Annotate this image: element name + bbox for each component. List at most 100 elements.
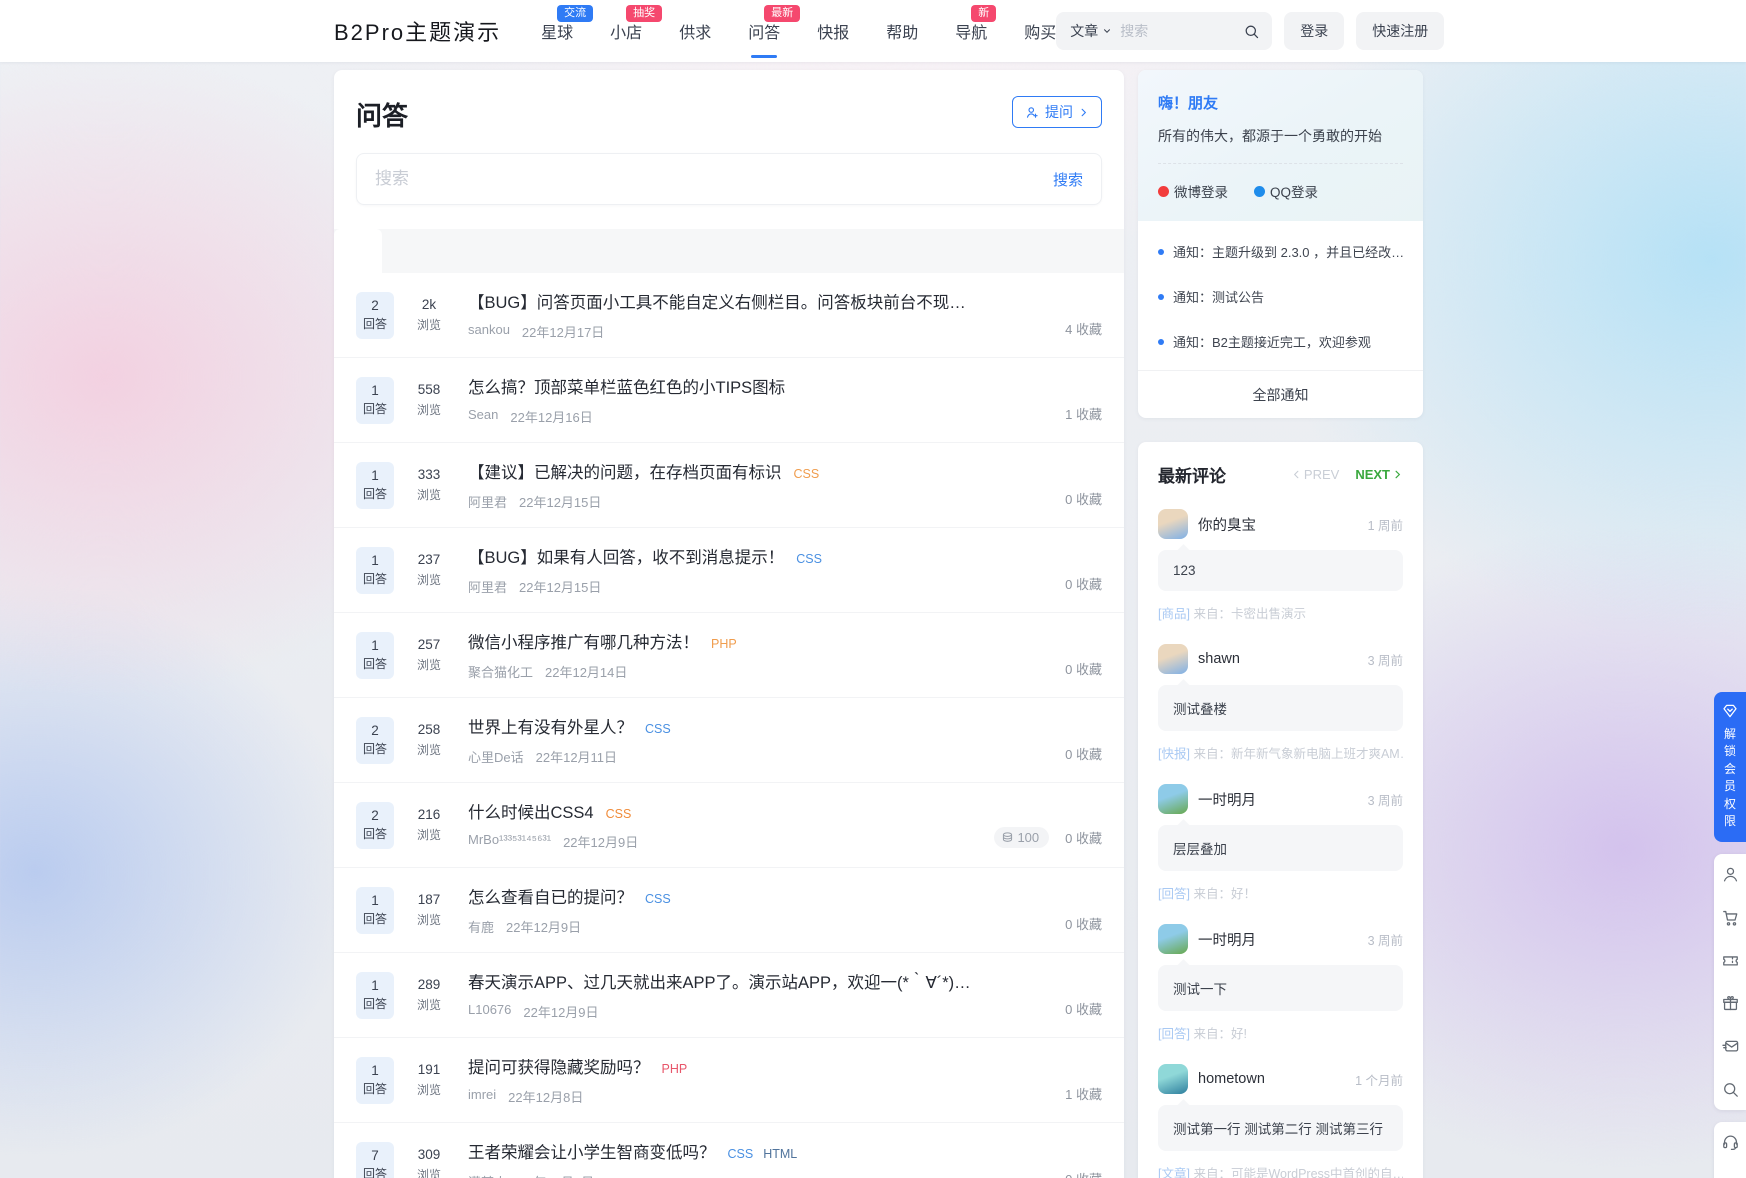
qa-tab[interactable] [334, 229, 382, 273]
nav-item[interactable]: 最新 问答 [748, 0, 780, 62]
tag-css[interactable]: CSS [796, 552, 822, 566]
ask-question-button[interactable]: 提问 [1012, 96, 1102, 128]
question-author[interactable]: sankou [468, 322, 510, 341]
comment-source[interactable]: [商品] 来自：卡密出售演示 [1158, 603, 1403, 622]
avatar[interactable] [1158, 924, 1188, 954]
nav-item[interactable]: 交流 星球 [541, 0, 573, 62]
nav-item[interactable]: 抽奖 小店 [610, 0, 642, 62]
question-title[interactable]: 【建议】已解决的问题，在存档页面有标识 [468, 459, 782, 483]
question-author[interactable]: 有鹿 [468, 917, 494, 936]
weibo-login-button[interactable]: 微博登录 [1158, 181, 1228, 201]
question-row[interactable]: 1 回答 333 浏览 【建议】已解决的问题，在存档页面有标识 CSS 阿里君 … [334, 442, 1124, 527]
question-row[interactable]: 2 回答 258 浏览 世界上有没有外星人？ CSS 心里De话 22年12月1… [334, 697, 1124, 782]
question-row[interactable]: 7 回答 309 浏览 王者荣耀会让小学生智商变低吗？ CSSHTML 潇某人 … [334, 1122, 1124, 1178]
comment-source[interactable]: [回答] 来自：好！ [1158, 883, 1403, 902]
question-title[interactable]: 提问可获得隐藏奖励吗？ [468, 1054, 650, 1078]
question-row[interactable]: 1 回答 558 浏览 怎么搞？顶部菜单栏蓝色红色的小TIPS图标 Sean 2… [334, 357, 1124, 442]
nav-item[interactable]: 快报 [817, 0, 849, 62]
comment-text[interactable]: 层层叠加 [1158, 825, 1403, 871]
cart-icon[interactable] [1721, 908, 1740, 927]
nav-item[interactable]: 购买 [1024, 0, 1056, 62]
qa-tab[interactable] [430, 229, 478, 273]
question-author[interactable]: 阿里君 [468, 492, 507, 511]
avatar[interactable] [1158, 509, 1188, 539]
question-title[interactable]: 世界上有没有外星人？ [468, 714, 633, 738]
question-author[interactable]: imrei [468, 1087, 496, 1106]
comment-author[interactable]: 一时明月 [1198, 929, 1368, 950]
user-icon[interactable] [1721, 865, 1740, 884]
unlock-membership-button[interactable]: 解锁会员权限 [1714, 692, 1746, 842]
register-button[interactable]: 快速注册 [1356, 12, 1444, 50]
tag-css[interactable]: CSS [606, 807, 632, 821]
comment-source[interactable]: [回答] 来自：好! [1158, 1023, 1403, 1042]
mail-icon[interactable] [1721, 1037, 1740, 1056]
qa-tab[interactable] [382, 229, 430, 273]
notice-item[interactable]: 通知：B2主题接近完工，欢迎参观 [1158, 319, 1403, 364]
comment-text[interactable]: 测试叠楼 [1158, 685, 1403, 731]
notice-item[interactable]: 通知：主题升级到 2.3.0 ，并且已经改… [1158, 229, 1403, 274]
question-row[interactable]: 1 回答 237 浏览 【BUG】如果有人回答，收不到消息提示！ CSS 阿里君… [334, 527, 1124, 612]
question-row[interactable]: 1 回答 191 浏览 提问可获得隐藏奖励吗？ PHP imrei 22年12月… [334, 1037, 1124, 1122]
question-title[interactable]: 怎么搞？顶部菜单栏蓝色红色的小TIPS图标 [468, 374, 785, 398]
comment-text[interactable]: 测试第一行 测试第二行 测试第三行 [1158, 1105, 1403, 1151]
question-title[interactable]: 怎么查看自已的提问？ [468, 884, 633, 908]
question-author[interactable]: MrBo¹³³⁵³¹⁴⁵⁶³¹ [468, 832, 551, 851]
question-row[interactable]: 1 回答 289 浏览 春天演示APP、过几天就出来APP了。演示站APP，欢迎… [334, 952, 1124, 1037]
comment-source[interactable]: [快报] 来自：新年新气象新电脑上班才爽AM… [1158, 743, 1403, 762]
tag-css[interactable]: CSS [728, 1147, 754, 1161]
question-row[interactable]: 1 回答 187 浏览 怎么查看自已的提问？ CSS 有鹿 22年12月9日 0… [334, 867, 1124, 952]
tag-css[interactable]: CSS [794, 467, 820, 481]
question-title[interactable]: 春天演示APP、过几天就出来APP了。演示站APP，欢迎一(*｀∀´*)ノイ！ [468, 969, 982, 993]
tag-css[interactable]: CSS [645, 722, 671, 736]
comment-author[interactable]: 你的臭宝 [1198, 514, 1368, 535]
site-logo[interactable]: B2Pro主题演示 [334, 15, 501, 47]
navbar: B2Pro主题演示 交流 星球 抽奖 小店 供求 最新 问答 快报 帮助 新 导… [0, 0, 1746, 62]
search-input[interactable] [1120, 23, 1235, 39]
comment-author[interactable]: 一时明月 [1198, 789, 1368, 810]
nav-item[interactable]: 供求 [679, 0, 711, 62]
question-row[interactable]: 2 回答 216 浏览 什么时候出CSS4 CSS MrBo¹³³⁵³¹⁴⁵⁶³… [334, 782, 1124, 867]
tag-php[interactable]: PHP [662, 1062, 688, 1076]
avatar[interactable] [1158, 1064, 1188, 1094]
tag-php[interactable]: PHP [711, 637, 737, 651]
question-row[interactable]: 2 回答 2k 浏览 【BUG】问答页面小工具不能自定义右侧栏目。问答板块前台不… [334, 273, 1124, 357]
question-author[interactable]: 聚合猫化工 [468, 662, 533, 681]
question-title[interactable]: 【BUG】如果有人回答，收不到消息提示！ [468, 544, 784, 568]
nav-item[interactable]: 帮助 [886, 0, 918, 62]
search-icon[interactable] [1243, 23, 1260, 40]
comments-prev-button[interactable]: PREV [1291, 467, 1339, 482]
qa-search-button[interactable]: 搜索 [1053, 169, 1083, 190]
tag-html[interactable]: HTML [763, 1147, 797, 1161]
notice-item[interactable]: 通知：测试公告 [1158, 274, 1403, 319]
question-title[interactable]: 王者荣耀会让小学生智商变低吗？ [468, 1139, 716, 1163]
question-row[interactable]: 1 回答 257 浏览 微信小程序推广有哪几种方法！ PHP 聚合猫化工 22年… [334, 612, 1124, 697]
comment-author[interactable]: hometown [1198, 1071, 1355, 1087]
nav-item[interactable]: 新 导航 [955, 0, 987, 62]
question-title[interactable]: 【BUG】问答页面小工具不能自定义右侧栏目。问答板块前台不现实，回答不提示。所… [468, 289, 982, 313]
question-title[interactable]: 微信小程序推广有哪几种方法！ [468, 629, 699, 653]
question-author[interactable]: 潇某人 [468, 1172, 507, 1178]
search-icon[interactable] [1721, 1080, 1740, 1099]
headset-icon[interactable] [1721, 1133, 1740, 1152]
tag-css[interactable]: CSS [645, 892, 671, 906]
question-author[interactable]: Sean [468, 407, 498, 426]
comments-next-button[interactable]: NEXT [1355, 467, 1403, 482]
all-notices-button[interactable]: 全部通知 [1138, 370, 1423, 418]
comment-source[interactable]: [文章] 来自：可能是WordPress中首创的自… [1158, 1163, 1403, 1178]
search-category-dropdown[interactable]: 文章 [1070, 21, 1112, 41]
qq-login-button[interactable]: QQ登录 [1254, 181, 1318, 201]
question-title[interactable]: 什么时候出CSS4 [468, 799, 594, 823]
avatar[interactable] [1158, 644, 1188, 674]
question-author[interactable]: 心里De话 [468, 747, 524, 766]
gift-icon[interactable] [1721, 994, 1740, 1013]
qa-search-input[interactable] [375, 169, 1053, 189]
question-author[interactable]: 阿里君 [468, 577, 507, 596]
question-date: 22年12月16日 [510, 407, 592, 426]
avatar[interactable] [1158, 784, 1188, 814]
comment-text[interactable]: 测试一下 [1158, 965, 1403, 1011]
comment-author[interactable]: shawn [1198, 651, 1368, 667]
ticket-icon[interactable] [1721, 951, 1740, 970]
question-author[interactable]: L10676 [468, 1002, 511, 1021]
login-button[interactable]: 登录 [1284, 12, 1344, 50]
comment-text[interactable]: 123 [1158, 550, 1403, 591]
